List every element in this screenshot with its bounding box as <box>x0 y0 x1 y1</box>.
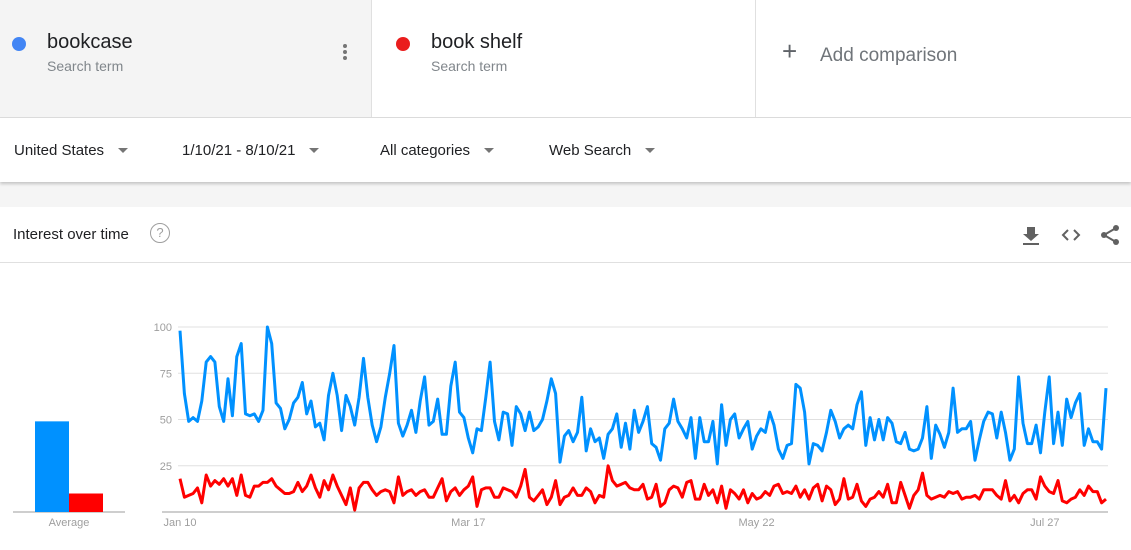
y-tick-label: 75 <box>160 368 172 380</box>
x-tick-label: Jan 10 <box>163 517 196 529</box>
series-line-bookcase <box>178 325 1108 466</box>
avg-label: Average <box>49 517 90 529</box>
series-line-book-shelf <box>178 464 1107 512</box>
interest-chart: Average 25 50 75 100 Jan 10 Mar 17 May 22 Jul 27 <box>13 322 1108 529</box>
x-tick-label: Mar 17 <box>451 517 485 529</box>
avg-bar-book-shelf <box>69 493 103 512</box>
avg-bar-bookcase <box>35 421 69 512</box>
x-tick-label: Jul 27 <box>1030 517 1059 529</box>
y-tick-label: 100 <box>154 322 172 334</box>
y-tick-label: 25 <box>160 461 172 473</box>
x-tick-label: May 22 <box>739 517 775 529</box>
y-tick-label: 50 <box>160 415 172 427</box>
